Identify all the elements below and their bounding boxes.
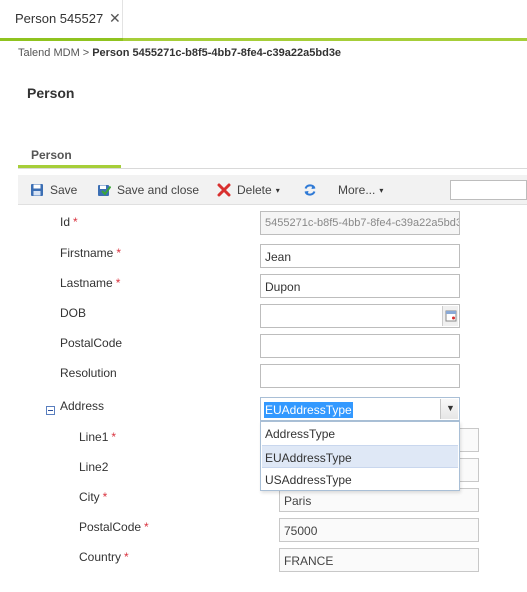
country-field[interactable]: FRANCE: [279, 548, 479, 572]
save-button[interactable]: Save: [30, 182, 77, 198]
record-form: Id * 5455271c-b8f5-4bb7-8fe4-c39a22a5bd3 …: [0, 205, 527, 592]
calendar-icon[interactable]: [442, 306, 458, 326]
address-type-value: EUAddressType: [264, 402, 353, 418]
lastname-label: Lastname *: [60, 276, 120, 290]
tab-person[interactable]: Person 545527 ✕: [0, 0, 123, 40]
toolbar: Save Save and close Delete ▾ More... ▾: [18, 175, 527, 205]
required-mark: *: [73, 215, 78, 229]
more-button[interactable]: More... ▾: [338, 182, 383, 198]
postalcode-field[interactable]: [260, 334, 460, 358]
address-postalcode-field[interactable]: 75000: [279, 518, 479, 542]
firstname-label-text: Firstname: [60, 246, 114, 260]
address-postalcode-label: PostalCode *: [79, 520, 149, 534]
line2-label: Line2: [79, 460, 109, 474]
floppy-disk-icon: [30, 183, 44, 197]
dob-label: DOB: [60, 306, 87, 320]
city-label: City *: [79, 490, 107, 504]
address-type-dropdown: AddressType EUAddressType USAddressType: [260, 421, 460, 491]
country-label-text: Country: [79, 550, 122, 564]
firstname-label: Firstname *: [60, 246, 121, 260]
dropdown-option[interactable]: USAddressType: [262, 468, 458, 491]
page-title: Person: [27, 85, 75, 101]
save-and-close-button[interactable]: Save and close: [97, 182, 199, 198]
toolbar-search-input[interactable]: [450, 180, 527, 200]
id-label: Id *: [60, 215, 78, 229]
save-label: Save: [50, 183, 78, 197]
lastname-label-text: Lastname: [60, 276, 113, 290]
collapse-icon[interactable]: [46, 406, 55, 415]
red-x-icon: [217, 183, 231, 197]
refresh-icon: [303, 183, 317, 197]
section-divider: [18, 168, 527, 169]
breadcrumb-separator: >: [82, 47, 90, 59]
postalcode-label: PostalCode: [60, 336, 123, 350]
required-mark: *: [144, 520, 149, 534]
id-label-text: Id: [60, 215, 71, 229]
city-label-text: City: [79, 490, 100, 504]
address-label: Address: [60, 399, 105, 413]
required-mark: *: [111, 430, 117, 444]
dob-field[interactable]: [260, 304, 460, 328]
chevron-down-icon: ▾: [379, 185, 384, 195]
resolution-label: Resolution: [60, 366, 117, 380]
id-field: 5455271c-b8f5-4bb7-8fe4-c39a22a5bd3: [260, 211, 460, 235]
dropdown-option[interactable]: AddressType: [262, 422, 458, 445]
delete-label: Delete: [237, 183, 272, 197]
required-mark: *: [116, 246, 122, 260]
resolution-field[interactable]: [260, 364, 460, 388]
refresh-button[interactable]: [303, 182, 323, 198]
delete-button[interactable]: Delete ▾: [217, 182, 280, 198]
close-icon[interactable]: ✕: [109, 11, 121, 25]
section-tab-person[interactable]: Person: [18, 142, 121, 168]
tab-title: Person 545527: [15, 11, 104, 26]
tab-bar: Person 545527 ✕: [0, 0, 527, 41]
check-disk-icon: [97, 183, 112, 197]
address-postalcode-label-text: PostalCode: [79, 520, 142, 534]
more-label: More...: [338, 183, 376, 197]
breadcrumb: Talend MDM > Person 5455271c-b8f5-4bb7-8fe…: [18, 47, 341, 59]
country-label: Country *: [79, 550, 129, 564]
line1-label: Line1 *: [79, 430, 116, 444]
breadcrumb-current: Person 5455271c-b8f5-4bb7-8fe4-c39a22a5b…: [92, 47, 342, 59]
chevron-down-icon: ▾: [275, 185, 280, 195]
dropdown-option-selected[interactable]: EUAddressType: [262, 445, 458, 468]
address-type-select[interactable]: EUAddressType ▼: [260, 397, 460, 421]
line1-label-text: Line1: [79, 430, 109, 444]
section-tab-label: Person: [31, 148, 72, 162]
city-field[interactable]: Paris: [279, 488, 479, 512]
save-and-close-label: Save and close: [117, 183, 200, 197]
required-mark: *: [124, 550, 129, 564]
lastname-field[interactable]: Dupon: [260, 274, 460, 298]
breadcrumb-root[interactable]: Talend MDM: [18, 47, 80, 59]
firstname-field[interactable]: Jean: [260, 244, 460, 268]
tab-active-indicator: [0, 38, 123, 41]
required-mark: *: [102, 490, 108, 504]
chevron-down-icon[interactable]: ▼: [440, 399, 458, 419]
required-mark: *: [115, 276, 121, 290]
